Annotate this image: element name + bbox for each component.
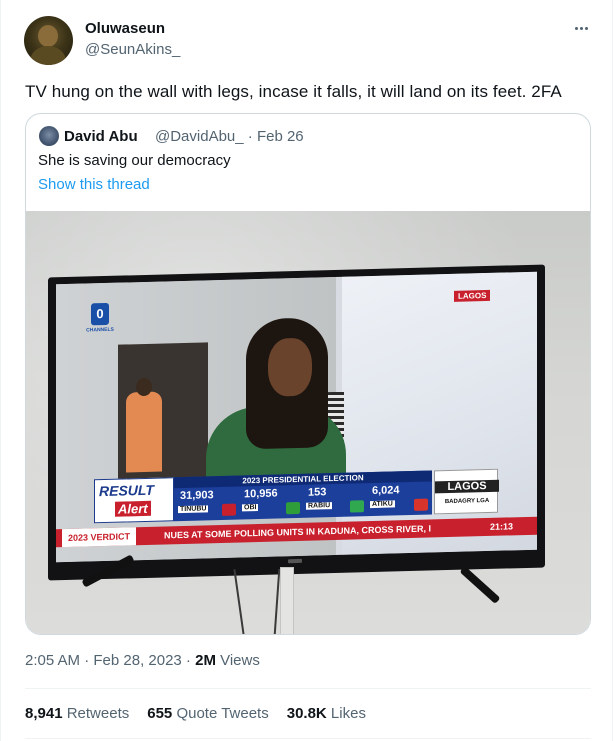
lga-box: LAGOS BADAGRY LGA — [434, 468, 499, 515]
more-dot — [579, 26, 583, 30]
candidate-result: 31,903 TINUBU — [176, 488, 238, 521]
party-logo-icon — [222, 503, 236, 516]
quoted-tweet-text: She is saving our democracy — [38, 152, 231, 169]
show-thread-link[interactable]: Show this thread — [38, 176, 150, 193]
likes-count: 30.8K — [286, 705, 327, 722]
candidate-votes: 10,956 — [244, 487, 278, 501]
tweet-text: TV hung on the wall with legs, incase it… — [25, 82, 562, 101]
more-dot — [574, 26, 578, 30]
party-logo-icon — [286, 501, 300, 515]
candidate-result: 10,956 OBI — [240, 486, 302, 519]
tweet-card: Oluwaseun @SeunAkins_ TV hung on the wal… — [0, 0, 613, 741]
channel-logo: 0 CHANNELS — [86, 302, 114, 340]
quoted-tweet[interactable]: David Abu @DavidAbu_ · Feb 26 She is sav… — [25, 113, 591, 635]
location-tag: LAGOS — [454, 289, 491, 302]
result-alert-line1: RESULT — [99, 481, 154, 500]
quoted-author-handle-date[interactable]: @DavidAbu_ · Feb 26 — [155, 128, 304, 145]
tweet-timestamp: 2:05 AM · Feb 28, 2023 · 2M Views — [25, 652, 260, 669]
tv-brand-logo — [288, 558, 302, 564]
candidate-votes: 153 — [308, 486, 327, 499]
quotes-count: 655 — [147, 705, 173, 722]
election-results-panel: 2023 PRESIDENTIAL ELECTION 31,903 TINUBU… — [174, 470, 432, 522]
result-alert-badge: RESULT Alert — [94, 477, 174, 524]
candidate-votes: 6,024 — [372, 484, 400, 498]
quotes-label: Quote Tweets — [172, 705, 269, 722]
likes-stat[interactable]: 30.8K Likes — [287, 705, 366, 722]
author-handle[interactable]: @SeunAkins_ — [85, 41, 180, 58]
tweet-stats: 8,941 Retweets 655 Quote Tweets 30.8K Li… — [25, 705, 366, 722]
candidate-votes: 31,903 — [180, 489, 214, 503]
likes-label: Likes — [326, 705, 366, 722]
retweets-stat[interactable]: 8,941 Retweets — [25, 705, 129, 722]
presenter-face — [268, 337, 312, 397]
tweet-time-date[interactable]: 2:05 AM · Feb 28, 2023 · — [25, 652, 195, 669]
quote-tweets-stat[interactable]: 655 Quote Tweets — [147, 705, 268, 722]
avatar-body — [30, 46, 66, 65]
avatar-face — [38, 25, 58, 47]
author-display-name[interactable]: Oluwaseun — [85, 20, 165, 37]
retweets-label: Retweets — [62, 705, 130, 722]
more-dot — [584, 26, 588, 30]
lga-state: LAGOS — [435, 479, 499, 494]
views-label: Views — [215, 652, 260, 669]
candidate-name: ATIKU — [370, 500, 395, 509]
channel-logo-text: CHANNELS — [86, 326, 114, 334]
tv-screen: 0 CHANNELS LAGOS RESULT Alert 2023 PRESI… — [56, 271, 537, 563]
candidate-result: 6,024 ATIKU — [368, 483, 430, 516]
ticker-verdict-label: 2023 VERDICT — [62, 527, 137, 548]
party-logo-icon — [414, 498, 428, 511]
views-count: 2M — [195, 652, 216, 669]
lga-name: BADAGRY LGA — [444, 497, 490, 506]
quoted-author-avatar[interactable] — [39, 126, 59, 146]
candidate-result: 153 RABIU — [304, 484, 366, 517]
wall-cable-box — [280, 567, 294, 634]
candidate-name: OBI — [242, 503, 259, 512]
quoted-author-name[interactable]: David Abu — [64, 128, 138, 145]
divider — [25, 688, 591, 689]
author-avatar[interactable] — [24, 16, 73, 65]
tv-set: 0 CHANNELS LAGOS RESULT Alert 2023 PRESI… — [48, 264, 545, 581]
more-options-icon[interactable] — [571, 18, 591, 38]
retweets-count: 8,941 — [25, 705, 63, 722]
candidate-name: RABIU — [306, 502, 333, 510]
quoted-media-photo[interactable]: 0 CHANNELS LAGOS RESULT Alert 2023 PRESI… — [26, 211, 590, 634]
background-person — [126, 391, 162, 473]
result-alert-line2: Alert — [115, 500, 151, 517]
party-logo-icon — [350, 500, 364, 513]
divider — [25, 738, 591, 739]
candidate-name: TINUBU — [178, 505, 209, 514]
channel-logo-mark: 0 — [91, 302, 109, 326]
ticker-time: 21:13 — [490, 521, 514, 532]
